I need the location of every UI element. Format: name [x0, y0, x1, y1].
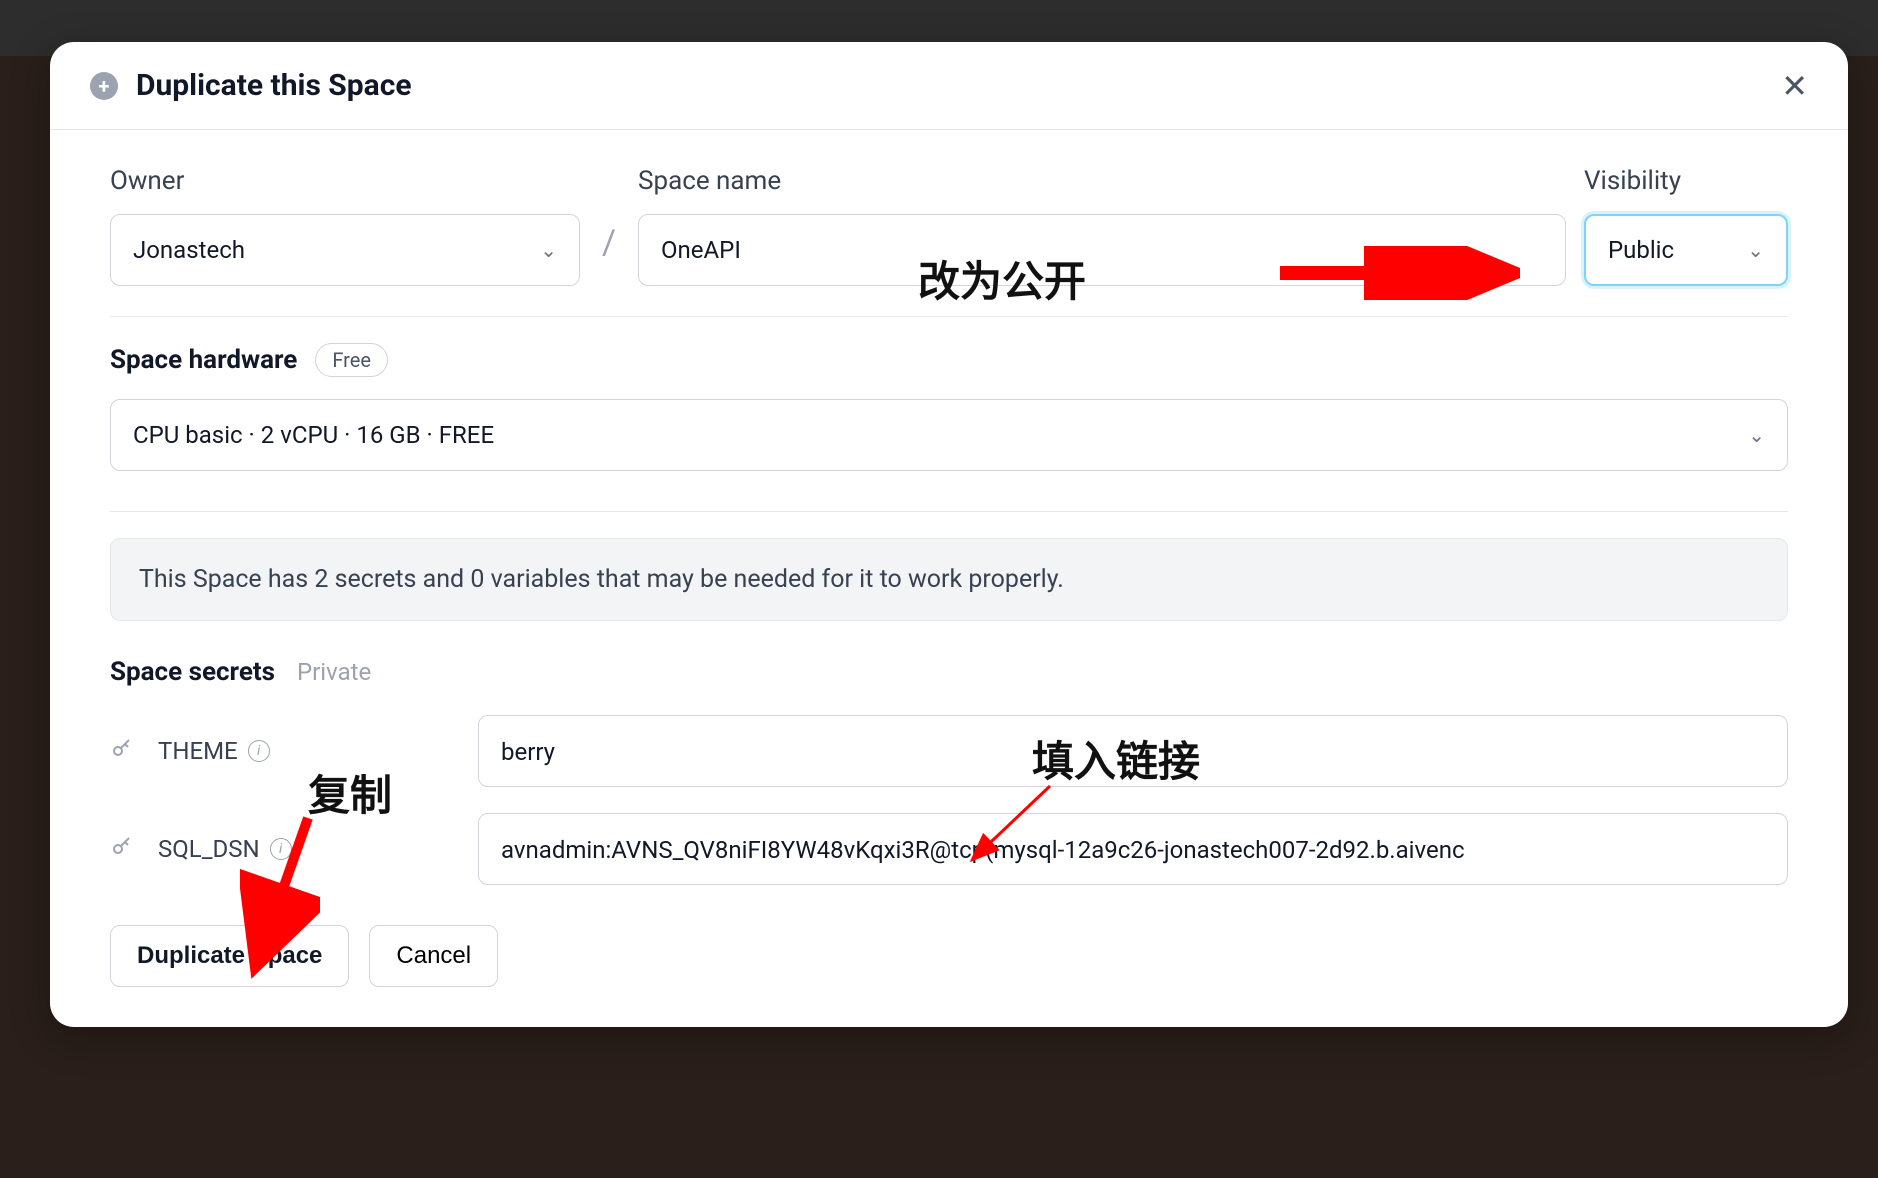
owner-field: Owner Jonastech ⌄ [110, 166, 580, 286]
name-row: Owner Jonastech ⌄ / Space name OneAPI Vi… [110, 166, 1788, 286]
divider [110, 316, 1788, 317]
visibility-label: Visibility [1584, 166, 1788, 196]
space-name-value: OneAPI [661, 236, 741, 264]
visibility-field: Visibility Public ⌄ [1584, 166, 1788, 286]
button-row: Duplicate Space Cancel [110, 925, 1788, 987]
secret-input-wrapper: berry [478, 715, 1788, 787]
divider [110, 511, 1788, 512]
space-name-label: Space name [638, 166, 1566, 196]
arrow-to-duplicate [240, 810, 320, 980]
secrets-header: Space secrets Private [110, 657, 1788, 687]
key-icon [110, 834, 138, 864]
secret-sqldsn-input[interactable]: avnadmin:AVNS_QV8niFI8YW48vKqxi3R@tcp(my… [478, 813, 1788, 885]
secret-row-sqldsn: SQL_DSN i avnadmin:AVNS_QV8niFI8YW48vKqx… [110, 813, 1788, 885]
free-badge: Free [315, 343, 388, 377]
key-icon [110, 736, 138, 766]
chevron-down-icon: ⌄ [1747, 238, 1764, 262]
secret-theme-input[interactable]: berry [478, 715, 1788, 787]
hardware-header: Space hardware Free [110, 343, 1788, 377]
secret-input-wrapper: avnadmin:AVNS_QV8niFI8YW48vKqxi3R@tcp(my… [478, 813, 1788, 885]
info-icon[interactable]: i [248, 740, 270, 762]
modal-title: Duplicate this Space [136, 68, 412, 103]
cancel-button[interactable]: Cancel [369, 925, 498, 987]
secrets-title: Space secrets [110, 657, 275, 687]
secrets-private-label: Private [297, 658, 371, 686]
secret-row-theme: THEME i berry [110, 715, 1788, 787]
close-button[interactable]: ✕ [1781, 70, 1808, 102]
visibility-value: Public [1608, 236, 1674, 264]
owner-label: Owner [110, 166, 580, 196]
hardware-label: Space hardware [110, 345, 297, 375]
plus-icon: + [90, 72, 118, 100]
owner-select[interactable]: Jonastech ⌄ [110, 214, 580, 286]
modal-header: + Duplicate this Space ✕ [50, 42, 1848, 130]
arrow-to-sqldsn [960, 780, 1060, 870]
secret-name-text: THEME [158, 737, 238, 765]
chevron-down-icon: ⌄ [540, 238, 557, 262]
slash-separator: / [598, 223, 620, 263]
hardware-select[interactable]: CPU basic · 2 vCPU · 16 GB · FREE ⌄ [110, 399, 1788, 471]
chevron-down-icon: ⌄ [1748, 423, 1765, 447]
visibility-select[interactable]: Public ⌄ [1584, 214, 1788, 286]
owner-value: Jonastech [133, 236, 245, 264]
secrets-info-box: This Space has 2 secrets and 0 variables… [110, 538, 1788, 621]
arrow-to-visibility [1280, 246, 1520, 300]
secret-name: THEME i [158, 737, 458, 765]
close-icon: ✕ [1781, 68, 1808, 104]
hardware-value: CPU basic · 2 vCPU · 16 GB · FREE [133, 421, 494, 449]
